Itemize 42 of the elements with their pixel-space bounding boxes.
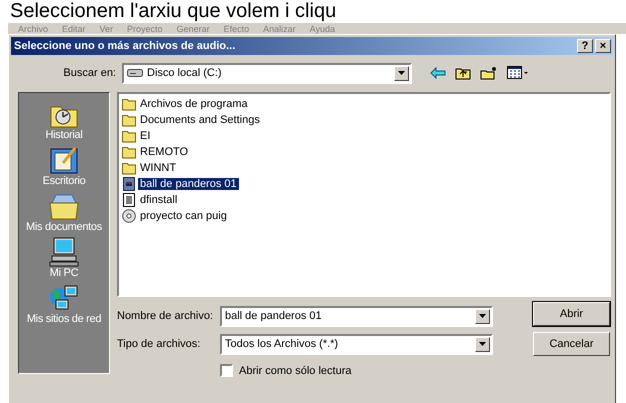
look-in-label: Buscar en: <box>62 67 117 79</box>
read-only-checkbox[interactable] <box>220 364 233 377</box>
help-button[interactable]: ? <box>577 39 593 53</box>
places-item[interactable]: Historial <box>19 99 109 141</box>
file-list-item[interactable]: proyecto can puig <box>138 210 229 222</box>
file-list-item[interactable]: Archivos de programa <box>138 98 250 110</box>
read-only-label: Abrir como sólo lectura <box>239 364 352 376</box>
back-arrow-icon[interactable] <box>430 67 446 79</box>
view-menu-icon[interactable] <box>507 66 529 80</box>
new-folder-icon[interactable] <box>480 66 498 80</box>
places-item[interactable]: Escritorio <box>19 145 109 187</box>
places-item[interactable]: Mis documentos <box>19 191 109 233</box>
drive-icon <box>127 68 143 78</box>
file-list-item[interactable]: ball de panderos 01 <box>138 178 239 190</box>
text-file-icon <box>122 193 136 207</box>
notepad-pencil-icon <box>48 145 80 175</box>
computer-icon <box>48 237 80 267</box>
file-name-field[interactable]: ball de panderos 01 <box>220 306 493 326</box>
folder-icon <box>122 129 136 143</box>
file-list-item[interactable]: dfinstall <box>138 194 180 206</box>
look-in-dropdown[interactable]: Disco local (C:) <box>122 62 412 84</box>
file-list-item[interactable]: Documents and Settings <box>138 114 262 126</box>
page-heading: Seleccionem l'arxiu que volem i cliqu <box>9 0 336 23</box>
folder-icon <box>122 97 136 111</box>
file-type-dropdown[interactable]: Todos los Archivos (*.*) <box>220 334 493 354</box>
places-item[interactable]: Mi PC <box>19 237 109 279</box>
file-list-item[interactable]: EI <box>138 130 152 142</box>
window-title: Seleccione uno o más archivos de audio... <box>14 40 236 52</box>
file-list-item[interactable]: REMOTO <box>138 146 190 158</box>
folder-icon <box>122 145 136 159</box>
file-list-item[interactable]: WINNT <box>138 162 178 174</box>
file-name-label: Nombre de archivo: <box>117 310 214 322</box>
folder-icon <box>122 161 136 175</box>
open-button[interactable]: Abrir <box>533 302 610 326</box>
audio-file-icon <box>122 177 136 191</box>
file-type-label: Tipo de archivos: <box>117 338 202 350</box>
disc-icon <box>122 209 136 223</box>
folder-up-icon[interactable] <box>455 66 471 80</box>
close-button[interactable]: × <box>595 39 611 53</box>
folder-icon <box>122 113 136 127</box>
cancel-button[interactable]: Cancelar <box>533 332 610 356</box>
places-item[interactable]: Mis sitios de red <box>19 283 109 325</box>
